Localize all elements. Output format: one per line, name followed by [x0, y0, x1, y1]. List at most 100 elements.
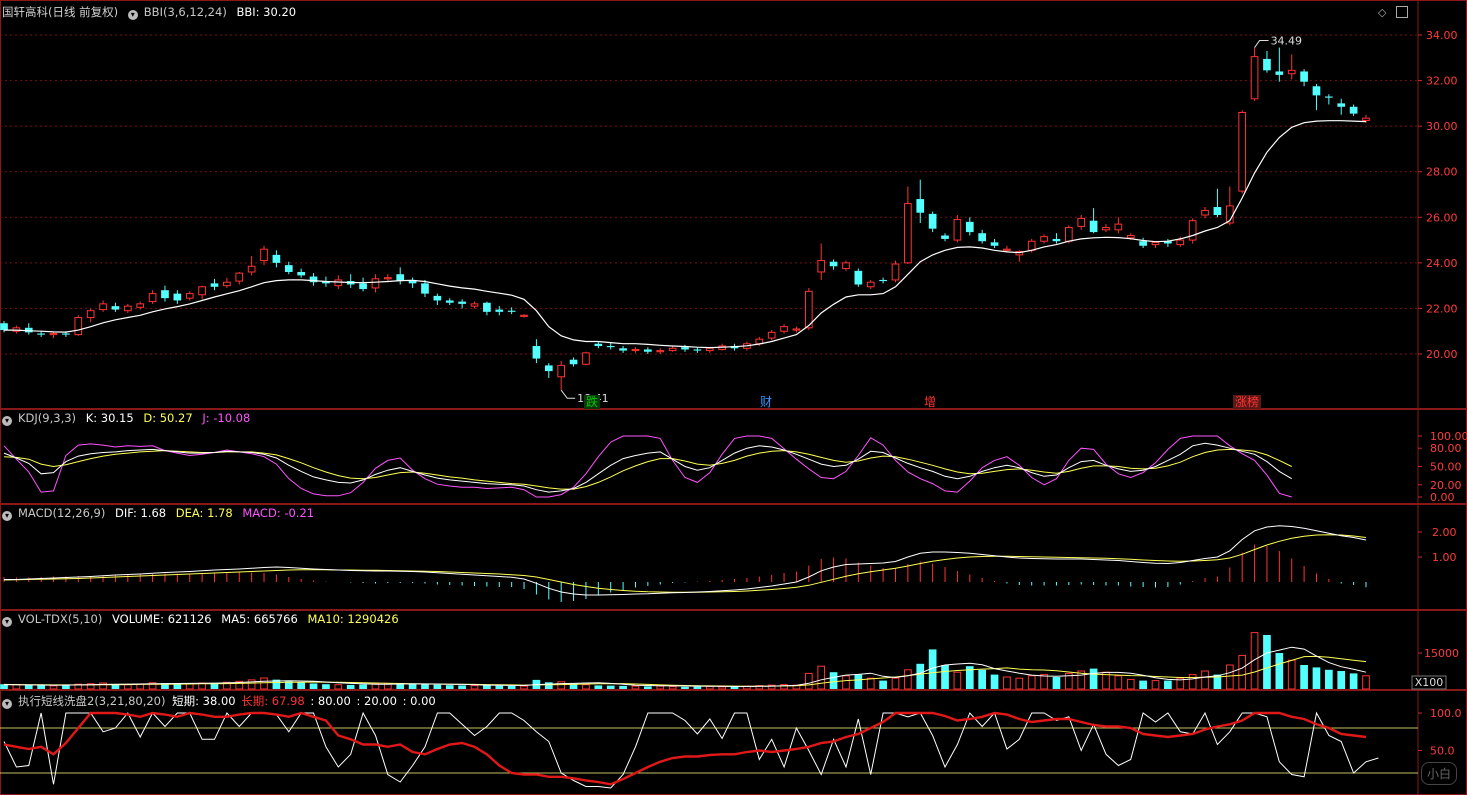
candle-body — [1337, 103, 1346, 107]
candle-body — [1176, 239, 1185, 246]
vol-ma10-value: MA10: 1290426 — [307, 612, 399, 626]
osc-0-value: : 0.00 — [402, 694, 436, 708]
volume-bar — [334, 684, 343, 690]
price-tick-label: 30.00 — [1426, 120, 1458, 133]
candle-body — [433, 295, 442, 301]
volume-bar — [582, 684, 590, 690]
osc-name[interactable]: 执行短线洗盘2(3,21,80,20) — [18, 694, 165, 708]
price-tick-label: 28.00 — [1426, 166, 1458, 179]
kdj-name[interactable]: KDJ(9,3,3) — [18, 411, 76, 425]
marker-fall[interactable]: 跌 — [584, 395, 601, 409]
volume-bar — [346, 684, 355, 689]
candle-body — [1126, 235, 1135, 239]
osc-tick-label: 50.0 — [1430, 745, 1455, 758]
osc-menu-icon[interactable]: ▾ — [2, 699, 12, 709]
candle-body — [842, 262, 850, 270]
macd-hist-value: MACD: -0.21 — [242, 506, 315, 520]
volume-bar — [1362, 675, 1370, 690]
candle-body — [185, 293, 194, 299]
candle-body — [557, 364, 566, 378]
volume-bar — [297, 682, 306, 689]
candle-body — [1027, 240, 1036, 251]
volume-bar — [842, 675, 850, 690]
kdj-panel-header: ▾ KDJ(9,3,3) K: 30.15 D: 50.27 J: -10.08 — [2, 411, 256, 426]
kdj-tick-label: 20.00 — [1430, 479, 1462, 492]
volume-bar — [631, 685, 640, 690]
volume-bar — [1188, 674, 1197, 690]
candle-body — [1102, 227, 1110, 231]
window-toggle-icon[interactable] — [1396, 6, 1408, 18]
volume-bar — [173, 683, 182, 689]
volume-bar — [1015, 677, 1024, 690]
volume-bar — [606, 685, 615, 689]
kdj-menu-icon[interactable]: ▾ — [2, 416, 12, 426]
volume-bar — [1126, 678, 1135, 690]
vol-menu-icon[interactable]: ▾ — [2, 617, 12, 627]
candle-body — [1040, 236, 1048, 242]
macd-name[interactable]: MACD(12,26,9) — [18, 506, 105, 520]
candle-body — [161, 290, 169, 299]
candle-body — [99, 303, 107, 311]
kdj-tick-label: 0.00 — [1430, 491, 1455, 504]
candle-body — [928, 213, 937, 229]
marker-increase[interactable]: 增 — [922, 395, 938, 409]
volume-bar — [557, 681, 566, 690]
macd-dif-value: DIF: 1.68 — [115, 506, 167, 520]
volume-bar — [990, 674, 999, 689]
macd-menu-icon[interactable]: ▾ — [2, 511, 12, 521]
vol-name[interactable]: VOL-TDX(5,10) — [18, 612, 102, 626]
osc-short-line — [3, 711, 1379, 789]
candle-body — [978, 233, 987, 242]
volume-bar — [1003, 676, 1011, 690]
volume-bar — [891, 677, 900, 690]
candle-body — [445, 300, 454, 303]
candle-body — [656, 350, 665, 353]
osc-80-value: : 80.00 — [310, 694, 351, 708]
diamond-icon[interactable]: ◇ — [1378, 6, 1386, 19]
volume-bar — [1263, 635, 1271, 689]
osc-long-value: 长期: 67.98 — [241, 694, 305, 708]
candle-body — [854, 270, 863, 285]
price-tick-label: 24.00 — [1426, 257, 1458, 270]
candle-body — [1089, 220, 1098, 233]
volume-bar — [1349, 673, 1358, 689]
candle-body — [866, 281, 875, 288]
kdj-k-value: K: 30.15 — [85, 411, 134, 425]
candle-body — [916, 199, 925, 213]
marker-limit-up[interactable]: 涨榜 — [1233, 395, 1262, 409]
volume-bar — [668, 686, 677, 690]
candle-body — [631, 348, 640, 352]
kdj-tick-label: 50.00 — [1430, 461, 1462, 474]
macd-tick-label: 1.00 — [1432, 551, 1457, 564]
candle-body — [470, 303, 479, 307]
volume-bar — [359, 684, 367, 689]
volume-bar — [804, 672, 813, 690]
marker-finance[interactable]: 财 — [758, 395, 774, 409]
bbi-indicator-name[interactable]: BBI(3,6,12,24) — [144, 5, 227, 19]
candle-body — [544, 365, 553, 372]
kdj-tick-label: 100.00 — [1430, 430, 1467, 443]
candle-body — [582, 352, 590, 365]
candle-body — [1300, 71, 1308, 82]
candle-body — [644, 349, 652, 352]
candle-body — [1349, 106, 1358, 114]
vol-tick-label: 15000 — [1424, 647, 1459, 660]
candle-body — [1003, 248, 1011, 251]
volume-bar — [594, 685, 603, 689]
candle-body — [1201, 209, 1209, 216]
candle-body — [1362, 117, 1370, 121]
volume-bar — [470, 685, 479, 690]
volume-bar — [309, 683, 318, 689]
candle-body — [693, 349, 702, 351]
volume-bar — [544, 682, 553, 689]
volume-bar — [1300, 665, 1308, 689]
volume-bar — [718, 686, 726, 690]
indicator-menu-icon[interactable]: ▾ — [127, 10, 138, 20]
candle-body — [37, 333, 45, 335]
volume-bar — [520, 685, 528, 690]
candle-body — [1275, 71, 1284, 75]
volume-bar — [421, 684, 429, 689]
candle-body — [223, 281, 231, 287]
volume-bar — [24, 685, 33, 689]
vol-panel-header: ▾ VOL-TDX(5,10) VOLUME: 621126 MA5: 66576… — [2, 612, 405, 627]
